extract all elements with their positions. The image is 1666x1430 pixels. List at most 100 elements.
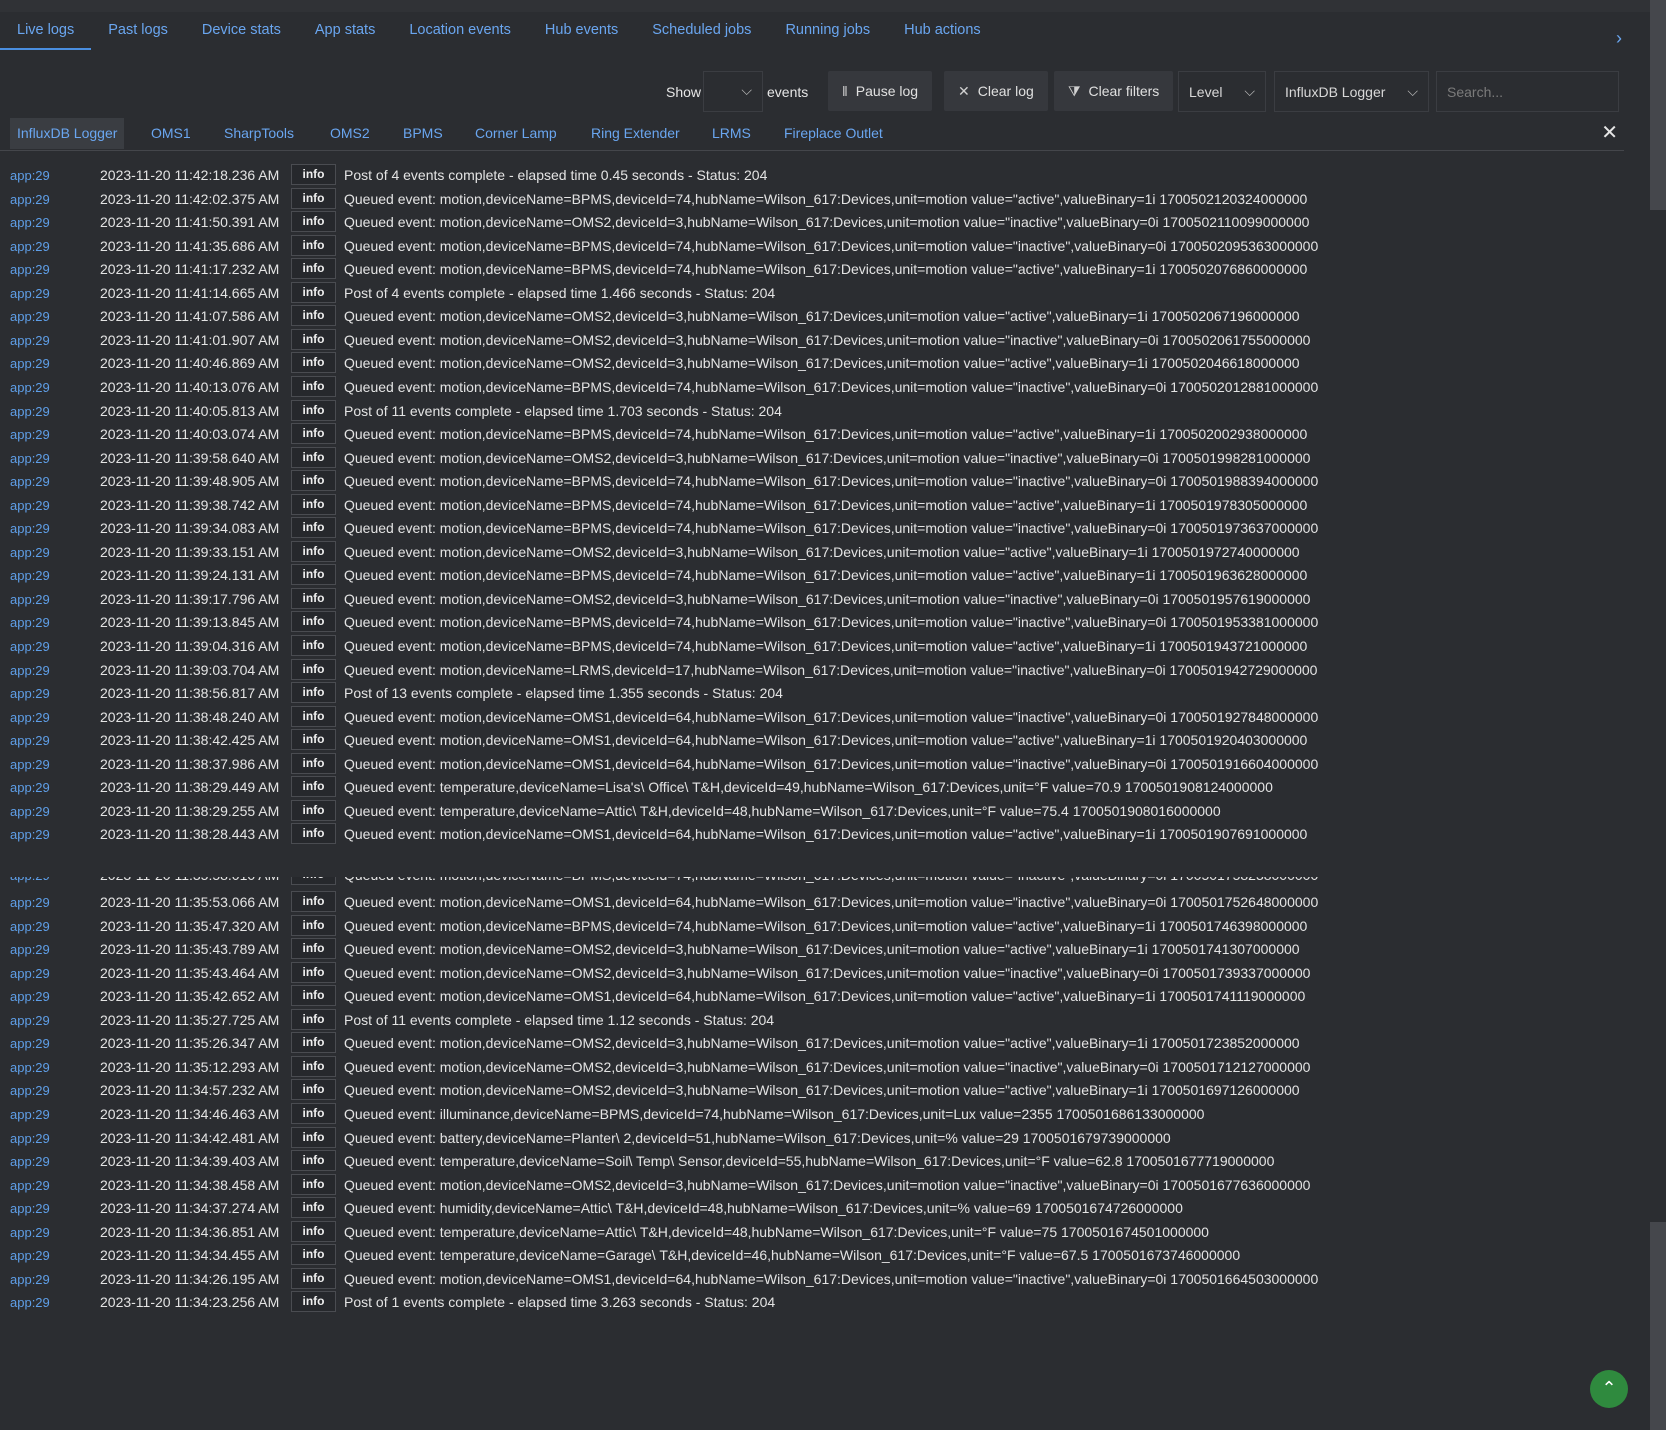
log-source-link[interactable]: app:29	[10, 757, 50, 772]
log-source-link[interactable]: app:29	[10, 989, 50, 1004]
log-timestamp: 2023-11-20 11:38:56.817 AM	[100, 685, 280, 702]
tab-scheduled-jobs[interactable]: Scheduled jobs	[635, 12, 768, 50]
log-source-link[interactable]: app:29	[10, 919, 50, 934]
tab-bar: Live logs Past logs Device stats App sta…	[0, 12, 1650, 50]
log-source-link[interactable]: app:29	[10, 333, 50, 348]
log-source-link[interactable]: app:29	[10, 1060, 50, 1075]
log-level-badge: info	[291, 729, 336, 751]
tab-location-events[interactable]: Location events	[392, 12, 528, 50]
log-source-link[interactable]: app:29	[10, 521, 50, 536]
log-source-link[interactable]: app:29	[10, 380, 50, 395]
tab-past-logs[interactable]: Past logs	[91, 12, 185, 50]
log-source-link[interactable]: app:29	[10, 639, 50, 654]
log-source-link[interactable]: app:29	[10, 877, 50, 883]
log-source-link[interactable]: app:29	[10, 1131, 50, 1146]
log-source-link[interactable]: app:29	[10, 1201, 50, 1216]
log-source-link[interactable]: app:29	[10, 1107, 50, 1122]
log-source-link[interactable]: app:29	[10, 286, 50, 301]
log-source-link[interactable]: app:29	[10, 1036, 50, 1051]
close-icon[interactable]: ✕	[1601, 120, 1618, 145]
log-source-link[interactable]: app:29	[10, 663, 50, 678]
log-source-link[interactable]: app:29	[10, 568, 50, 583]
log-source-link[interactable]: app:29	[10, 1248, 50, 1263]
log-source-link[interactable]: app:29	[10, 356, 50, 371]
filter-lrms[interactable]: LRMS	[705, 118, 758, 149]
scrollbar-thumb[interactable]	[1650, 0, 1666, 210]
log-message: Post of 11 events complete - elapsed tim…	[344, 402, 782, 419]
log-source-link[interactable]: app:29	[10, 1154, 50, 1169]
filter-sharptools[interactable]: SharpTools	[217, 118, 301, 149]
log-source-link[interactable]: app:29	[10, 1225, 50, 1240]
log-source-link[interactable]: app:29	[10, 895, 50, 910]
log-message: Queued event: motion,deviceName=BPMS,dev…	[344, 378, 1319, 395]
pause-log-button[interactable]: ‖ Pause log	[828, 71, 933, 111]
tab-running-jobs[interactable]: Running jobs	[768, 12, 887, 50]
filter-bpms[interactable]: BPMS	[396, 118, 450, 149]
tab-hub-events[interactable]: Hub events	[528, 12, 635, 50]
scrollbar-track[interactable]	[1650, 0, 1666, 1430]
log-source-link[interactable]: app:29	[10, 427, 50, 442]
log-row: app:29 2023-11-20 11:42:18.236 AM info Post…	[0, 163, 1630, 188]
filter-ring-extender[interactable]: Ring Extender	[584, 118, 687, 149]
log-source-link[interactable]: app:29	[10, 239, 50, 254]
tab-device-stats[interactable]: Device stats	[185, 12, 298, 50]
filter-fireplace-outlet[interactable]: Fireplace Outlet	[777, 118, 890, 149]
filter-oms1[interactable]: OMS1	[144, 118, 198, 149]
log-source-link[interactable]: app:29	[10, 1013, 50, 1028]
scroll-to-top-button[interactable]: ⌃	[1590, 1370, 1628, 1408]
log-source-link[interactable]: app:29	[10, 592, 50, 607]
log-source-link[interactable]: app:29	[10, 451, 50, 466]
log-message: Post of 13 events complete - elapsed tim…	[344, 685, 783, 702]
log-source-link[interactable]: app:29	[10, 404, 50, 419]
log-source-link[interactable]: app:29	[10, 192, 50, 207]
log-source-link[interactable]: app:29	[10, 1178, 50, 1193]
log-source-link[interactable]: app:29	[10, 215, 50, 230]
filter-influxdb-logger[interactable]: InfluxDB Logger	[10, 118, 125, 149]
log-row: app:29 2023-11-20 11:39:03.704 AM info Queu…	[0, 658, 1630, 683]
log-source-link[interactable]: app:29	[10, 309, 50, 324]
log-level-badge: info	[291, 375, 336, 397]
log-source-link[interactable]: app:29	[10, 942, 50, 957]
clear-log-button[interactable]: ✕ Clear log	[944, 71, 1048, 111]
pause-log-label: Pause log	[855, 83, 919, 99]
log-level-badge: info	[291, 1244, 336, 1266]
log-source-link[interactable]: app:29	[10, 168, 50, 183]
log-timestamp: 2023-11-20 11:38:48.240 AM	[100, 708, 280, 725]
log-source-link[interactable]: app:29	[10, 474, 50, 489]
source-dropdown[interactable]: InfluxDB Logger ⌵	[1274, 71, 1429, 112]
filter-oms2[interactable]: OMS2	[323, 118, 377, 149]
level-dropdown[interactable]: Level ⌵	[1178, 71, 1266, 112]
log-source-link[interactable]: app:29	[10, 262, 50, 277]
log-timestamp: 2023-11-20 11:39:38.742 AM	[100, 496, 280, 513]
log-source-link[interactable]: app:29	[10, 498, 50, 513]
log-source-link[interactable]: app:29	[10, 966, 50, 981]
log-timestamp: 2023-11-20 11:39:33.151 AM	[100, 543, 280, 560]
log-level-badge: info	[291, 281, 336, 303]
search-input[interactable]	[1436, 71, 1619, 112]
log-timestamp: 2023-11-20 11:38:28.443 AM	[100, 826, 280, 843]
log-source-link[interactable]: app:29	[10, 710, 50, 725]
tab-hub-actions[interactable]: Hub actions	[887, 12, 998, 50]
tab-live-logs[interactable]: Live logs	[0, 12, 92, 50]
log-source-link[interactable]: app:29	[10, 827, 50, 842]
scrollbar-thumb-lower[interactable]	[1650, 1222, 1666, 1430]
log-source-link[interactable]: app:29	[10, 615, 50, 630]
log-source-link[interactable]: app:29	[10, 804, 50, 819]
log-source-link[interactable]: app:29	[10, 1083, 50, 1098]
show-events-select[interactable]: ⌵	[703, 71, 763, 112]
log-timestamp: 2023-11-20 11:34:26.195 AM	[100, 1270, 280, 1287]
filter-corner-lamp[interactable]: Corner Lamp	[468, 118, 564, 149]
log-source-link[interactable]: app:29	[10, 733, 50, 748]
clear-filters-button[interactable]: ⧩ Clear filters	[1054, 71, 1174, 111]
log-source-link[interactable]: app:29	[10, 686, 50, 701]
log-source-link[interactable]: app:29	[10, 780, 50, 795]
log-source-link[interactable]: app:29	[10, 1272, 50, 1287]
chevron-right-icon[interactable]: ›	[1616, 28, 1622, 49]
log-row: app:29 2023-11-20 11:38:42.425 AM info Queu…	[0, 728, 1630, 753]
filter-off-icon: ⧩	[1068, 82, 1081, 99]
tab-app-stats[interactable]: App stats	[298, 12, 392, 50]
log-source-link[interactable]: app:29	[10, 1295, 50, 1310]
log-source-link[interactable]: app:29	[10, 545, 50, 560]
chevron-down-icon: ⌵	[1407, 83, 1418, 99]
log-level-badge: info	[291, 985, 336, 1007]
